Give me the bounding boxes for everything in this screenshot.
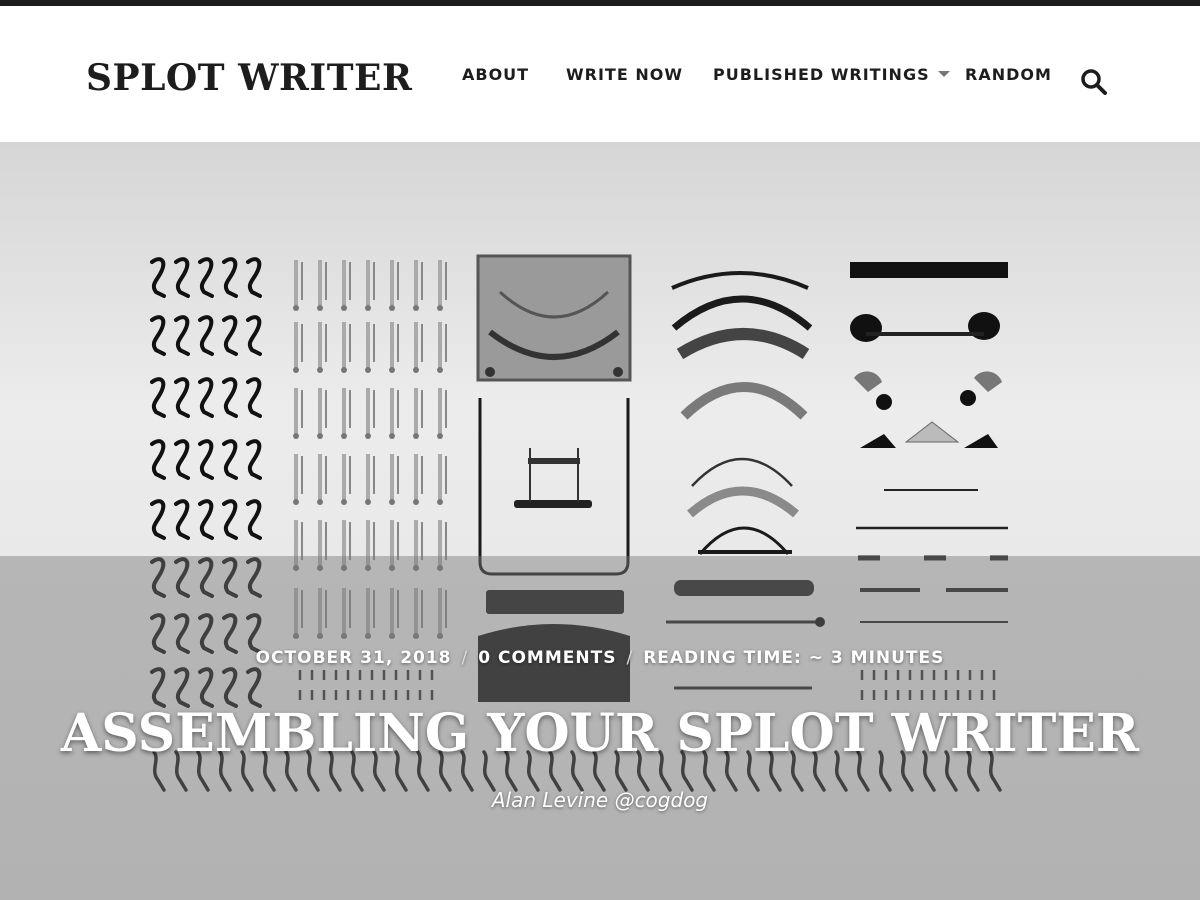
caret-down-icon xyxy=(937,71,950,77)
hero-banner: OCTOBER 31, 2018 / 0 COMMENTS / READING TIME… xyxy=(0,142,1200,900)
meta-separator: / xyxy=(461,648,469,668)
post-author: Alan Levine @cogdog xyxy=(491,788,709,812)
post-comments-link[interactable]: 0 COMMENTS xyxy=(478,648,616,668)
search-button[interactable] xyxy=(1080,68,1108,96)
nav-item-random[interactable]: RANDOM xyxy=(965,62,1052,88)
meta-separator: / xyxy=(626,648,634,668)
main-navigation: ABOUT WRITE NOW PUBLISHED WRITINGS RANDO… xyxy=(0,62,1200,88)
nav-item-published-writings[interactable]: PUBLISHED WRITINGS xyxy=(713,62,950,88)
post-reading-time: READING TIME: ~ 3 MINUTES xyxy=(643,648,945,668)
post-title: ASSEMBLING YOUR SPLOT WRITER xyxy=(60,703,1140,764)
site-header: SPLOT WRITER ABOUT WRITE NOW PUBLISHED W… xyxy=(0,6,1200,142)
nav-item-published-writings-label: PUBLISHED WRITINGS xyxy=(713,65,930,84)
nav-item-about[interactable]: ABOUT xyxy=(462,62,529,88)
nav-item-write-now[interactable]: WRITE NOW xyxy=(566,62,683,88)
search-icon xyxy=(1081,69,1107,95)
post-date-link[interactable]: OCTOBER 31, 2018 xyxy=(256,648,452,668)
post-meta: OCTOBER 31, 2018 / 0 COMMENTS / READING TIME… xyxy=(0,646,1200,670)
